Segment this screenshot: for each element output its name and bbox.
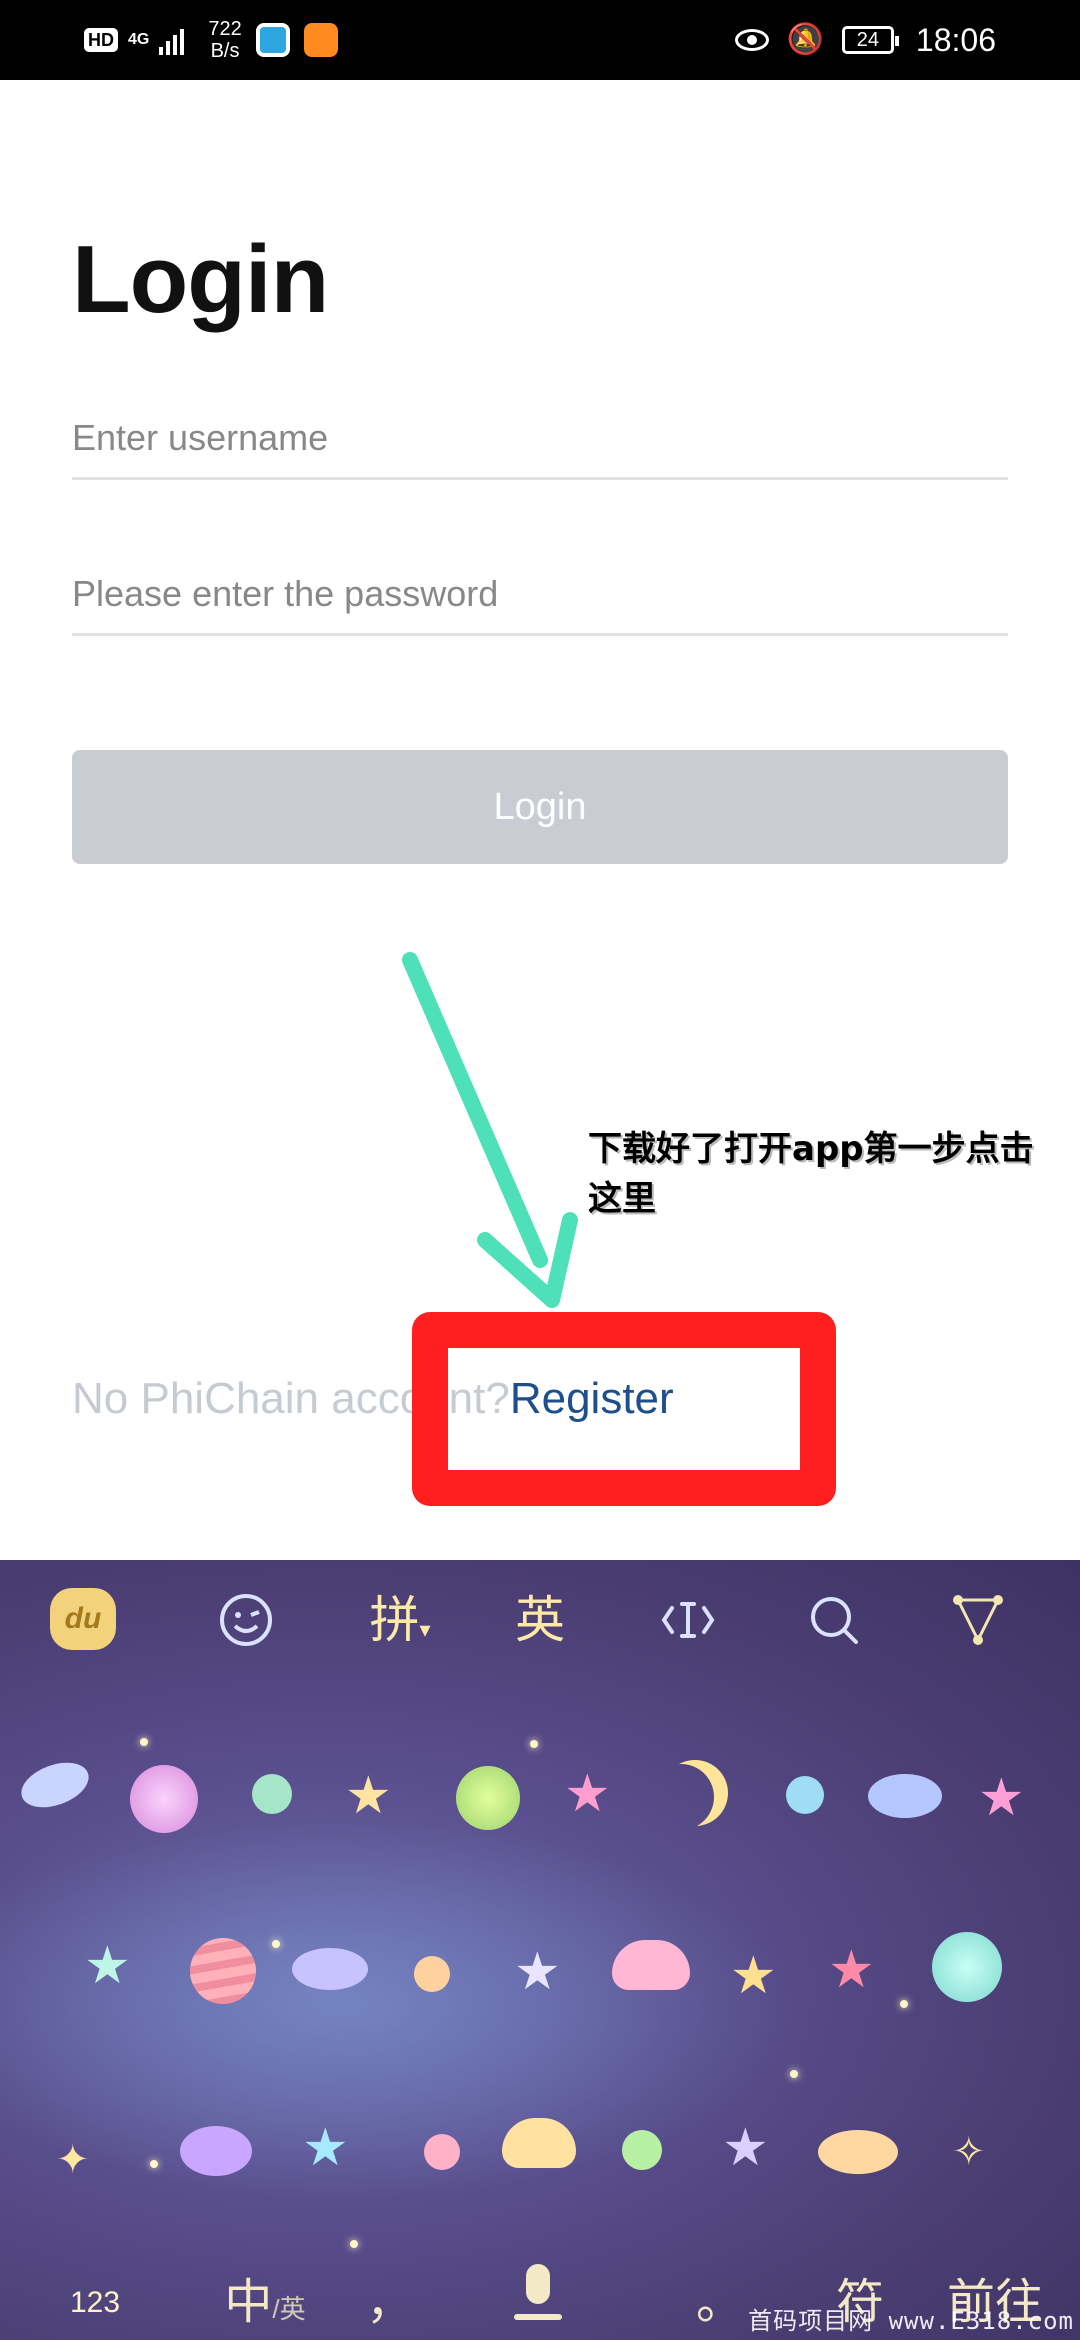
username-field[interactable]: [72, 370, 1008, 480]
signal-icon: [159, 25, 185, 55]
eye-comfort-icon: [734, 29, 769, 51]
video-app-icon: [303, 23, 338, 57]
ufo-emoji-icon[interactable]: [612, 1940, 690, 1990]
green-planet-emoji-icon[interactable]: [252, 1774, 292, 1814]
search-icon[interactable]: [784, 1580, 884, 1660]
chinese-english-key[interactable]: 中/英: [210, 2262, 320, 2332]
annotation-text: 下载好了打开app第一步点击这里: [588, 1129, 1034, 1219]
soft-keyboard: du 拼▾ 英 ★ ★ ★ ★ ★ ★ ★ ✦ ★ ★ ✧ 123 中/英 ， …: [0, 1560, 1080, 2340]
yellow-star-emoji-icon[interactable]: ★: [730, 1950, 777, 2002]
lilac-star-emoji-icon[interactable]: ★: [722, 2122, 769, 2174]
password-field[interactable]: [72, 526, 1008, 636]
purple-ringed-planet-emoji-icon[interactable]: [292, 1948, 368, 1990]
sparkle-dot: [140, 1738, 148, 1746]
pink-planet-emoji-icon[interactable]: [130, 1765, 198, 1833]
green-small-planet-emoji-icon[interactable]: [622, 2130, 662, 2170]
ufo-green-emoji-icon[interactable]: [502, 2118, 576, 2168]
network-speed: 722 B/s: [208, 18, 241, 62]
sparkle-dot: [790, 2070, 798, 2078]
status-right: 🔕 24 18:06: [734, 16, 996, 64]
cursor-icon[interactable]: [638, 1580, 738, 1660]
mint-star-emoji-icon[interactable]: ★: [84, 1940, 131, 1992]
numbers-key[interactable]: 123: [40, 2286, 150, 2320]
sparkle-dot: [272, 1940, 280, 1948]
pinyin-mode-button[interactable]: 拼▾: [350, 1580, 450, 1660]
bell-muted-icon: 🔕: [786, 23, 824, 56]
sparkle-dot: [530, 1740, 538, 1748]
browser-app-icon: [255, 23, 290, 57]
pinyin-label: 拼: [369, 1592, 420, 1648]
period-key[interactable]: 。: [690, 2262, 750, 2332]
orange-planet-emoji-icon[interactable]: [414, 1956, 450, 1992]
annotation-highlight-box: [412, 1312, 836, 1506]
constellation-emoji-icon[interactable]: ✦: [56, 2134, 90, 2186]
pink-star-emoji-icon[interactable]: ★: [564, 1768, 611, 1820]
lime-planet-emoji-icon[interactable]: [456, 1766, 520, 1830]
keyboard-background: [0, 1820, 800, 2200]
annotation-arrow-icon: [402, 952, 578, 1308]
login-button[interactable]: Login: [72, 750, 1008, 864]
ying-sub-label: /英: [272, 2294, 306, 2324]
hd-icon: HD: [84, 28, 118, 52]
keyboard-toolbar: du 拼▾ 英: [0, 1560, 1080, 1690]
username-input[interactable]: [72, 417, 1008, 459]
watermark: 首码项目网 www.E318.com: [748, 2307, 1074, 2335]
comma-key[interactable]: ，: [360, 2262, 420, 2332]
page-title: Login: [72, 226, 329, 333]
planet-emoji-icon[interactable]: [15, 1754, 95, 1816]
network-type: 4G: [128, 31, 150, 48]
emoji-icon[interactable]: [196, 1580, 296, 1660]
zhong-label: 中: [224, 2276, 273, 2329]
teal-planet-emoji-icon[interactable]: [932, 1932, 1002, 2002]
cyan-star-emoji-icon[interactable]: ★: [302, 2122, 349, 2174]
blue-planet-emoji-icon[interactable]: [786, 1776, 824, 1814]
white-star-emoji-icon[interactable]: ★: [514, 1946, 561, 1998]
battery-icon: 24: [841, 26, 899, 54]
saturn-emoji-icon[interactable]: [818, 2130, 898, 2174]
status-left: HD 4G 722 B/s: [84, 16, 338, 64]
sparkle-constellation-emoji-icon[interactable]: ✧: [952, 2126, 986, 2178]
pink-star-small-emoji-icon[interactable]: ★: [978, 1772, 1025, 1824]
status-bar: HD 4G 722 B/s 🔕 24 18:06: [0, 0, 1080, 80]
sparkle-dot: [900, 2000, 908, 2008]
ringed-planet-emoji-icon[interactable]: [868, 1774, 942, 1818]
clock: 18:06: [915, 21, 996, 58]
speed-unit: B/s: [210, 40, 240, 62]
moon-emoji-icon[interactable]: [662, 1760, 728, 1826]
speed-value: 722: [208, 18, 242, 40]
star-emoji-icon[interactable]: ★: [345, 1770, 392, 1822]
sparkle-dot: [150, 2160, 158, 2168]
pink-small-planet-emoji-icon[interactable]: [424, 2134, 460, 2170]
keyboard-logo-icon[interactable]: du: [50, 1588, 116, 1650]
red-star-emoji-icon[interactable]: ★: [828, 1944, 875, 1996]
microphone-icon[interactable]: [508, 2260, 568, 2330]
password-input[interactable]: [72, 573, 1008, 615]
striped-planet-emoji-icon[interactable]: [190, 1938, 256, 2004]
violet-planet-emoji-icon[interactable]: [180, 2126, 252, 2176]
english-mode-button[interactable]: 英: [490, 1580, 590, 1660]
skin-icon[interactable]: [928, 1580, 1028, 1660]
